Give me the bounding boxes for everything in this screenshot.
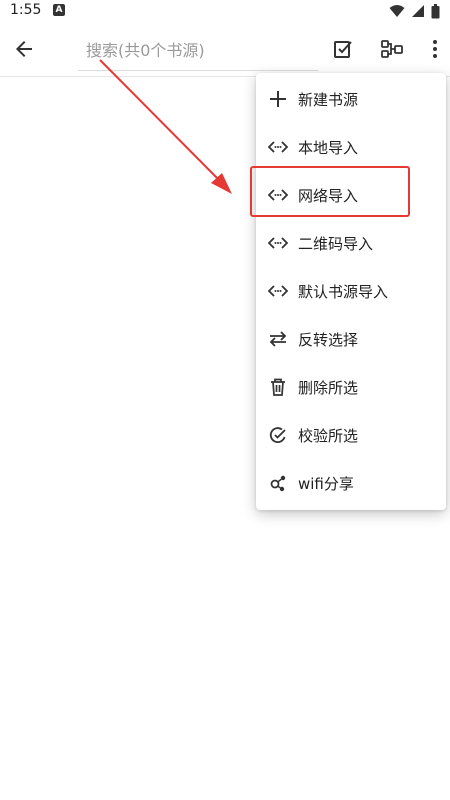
share-icon [268, 473, 288, 493]
group-icon[interactable] [380, 37, 404, 61]
swap-icon [268, 329, 288, 349]
import-icon [268, 233, 288, 253]
menu-item-label: 反转选择 [298, 330, 359, 349]
status-time: 1:55 [10, 2, 42, 18]
check-circle-icon [268, 425, 288, 445]
menu-item-label: 本地导入 [298, 138, 359, 157]
select-all-icon[interactable] [331, 37, 355, 61]
menu-item-verify-selected[interactable]: 校验所选 [256, 411, 446, 459]
import-icon [268, 281, 288, 301]
menu-item-local-import[interactable]: 本地导入 [256, 123, 446, 171]
menu-item-wifi-share[interactable]: wifi分享 [256, 459, 446, 507]
wifi-icon [389, 5, 405, 17]
highlight-box [250, 166, 410, 217]
battery-icon [431, 3, 440, 18]
system-icons [389, 3, 440, 19]
menu-item-label: 新建书源 [298, 90, 359, 109]
menu-item-label: 删除所选 [298, 378, 359, 397]
notification-icon: A [53, 4, 65, 16]
status-bar: 1:55 A [0, 0, 450, 22]
trash-icon [268, 377, 288, 397]
menu-item-qrcode-import[interactable]: 二维码导入 [256, 219, 446, 267]
plus-icon [268, 89, 288, 109]
menu-item-new-source[interactable]: 新建书源 [256, 75, 446, 123]
overflow-menu: 新建书源 本地导入 网络导入 二维码导入 默认书源导入 反转选择 删除所选 校验… [256, 73, 446, 510]
back-arrow-icon[interactable] [12, 37, 36, 61]
search-box[interactable] [78, 32, 318, 71]
signal-icon [412, 5, 424, 17]
app-toolbar [0, 22, 450, 77]
more-vert-icon[interactable] [423, 37, 447, 61]
menu-item-delete-selected[interactable]: 删除所选 [256, 363, 446, 411]
menu-item-label: 默认书源导入 [298, 282, 389, 301]
search-input[interactable] [78, 32, 318, 68]
menu-item-default-import[interactable]: 默认书源导入 [256, 267, 446, 315]
menu-item-invert-selection[interactable]: 反转选择 [256, 315, 446, 363]
menu-item-label: 校验所选 [298, 426, 359, 445]
menu-item-label: 二维码导入 [298, 234, 374, 253]
import-icon [268, 137, 288, 157]
menu-item-label: wifi分享 [298, 474, 354, 493]
